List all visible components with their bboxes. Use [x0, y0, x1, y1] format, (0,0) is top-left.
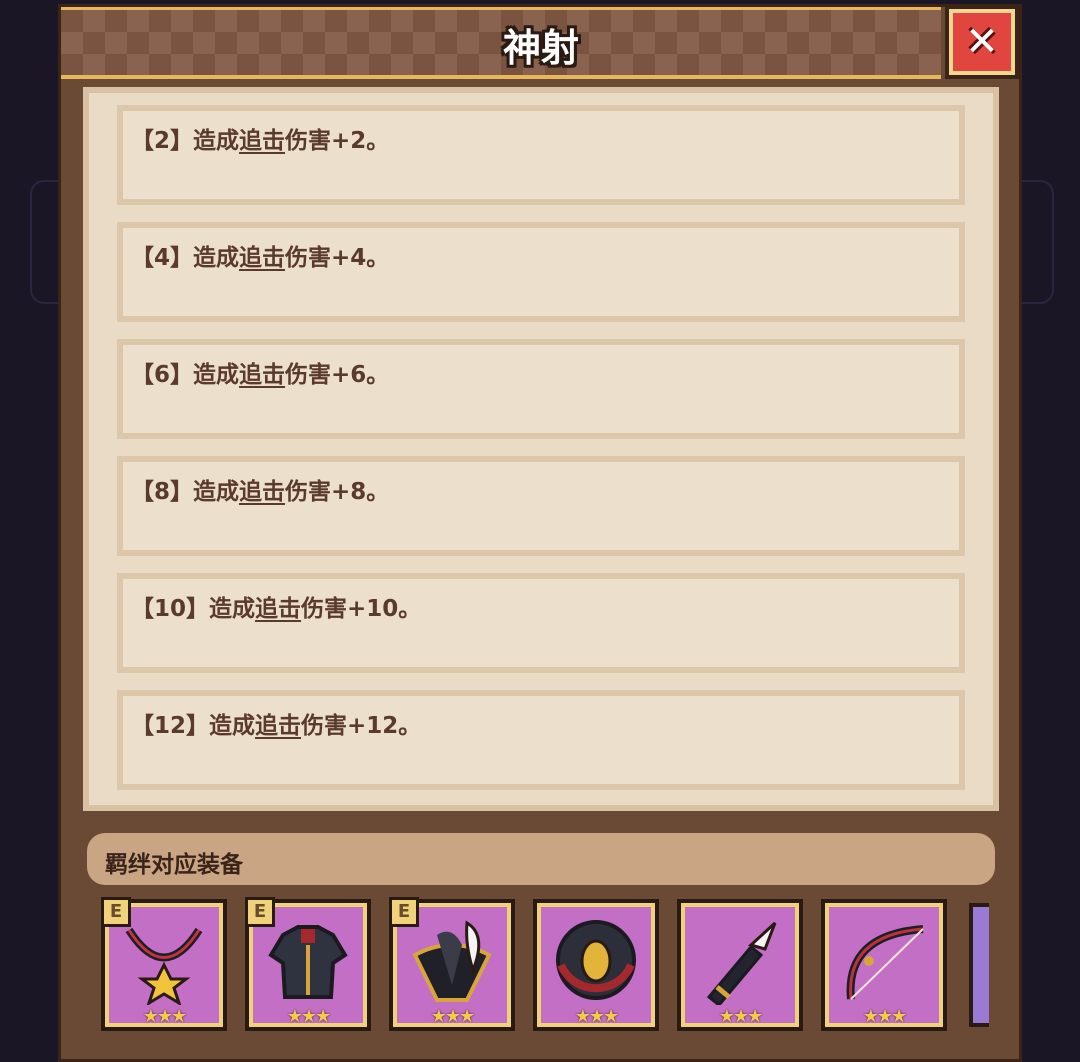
equipment-slot[interactable]: ★★★	[821, 899, 947, 1031]
effect-text: 【12】造成追击伤害+12。	[131, 713, 422, 739]
close-icon: ✕	[965, 19, 999, 65]
effect-text: 【6】造成追击伤害+6。	[131, 362, 390, 388]
star-rating: ★★★	[430, 1006, 475, 1027]
star-rating: ★★★	[862, 1006, 907, 1027]
close-button[interactable]: ✕	[945, 5, 1019, 79]
bond-equipment-label: 羁绊对应装备	[105, 852, 243, 878]
keyword-link[interactable]: 追击	[239, 362, 285, 388]
effect-text: 【4】造成追击伤害+4。	[131, 245, 390, 271]
panel-title: 神射	[502, 26, 579, 70]
necklace-icon	[125, 927, 203, 1005]
shield-icon	[556, 920, 636, 1000]
equipment-list[interactable]: E ★★★ E ★★★ E ★★★ ★★★ ★★★ ★★★	[101, 895, 989, 1035]
bond-equipment-header: 羁绊对应装备	[87, 833, 995, 885]
effect-card: 【12】造成追击伤害+12。	[117, 690, 965, 790]
equipped-badge: E	[245, 897, 275, 927]
equipment-slot[interactable]: E ★★★	[245, 897, 371, 1031]
quiver-icon	[706, 921, 777, 1005]
effects-list[interactable]: 【2】造成追击伤害+2。 【4】造成追击伤害+4。 【6】造成追击伤害+6。 【…	[83, 87, 999, 811]
effect-card: 【6】造成追击伤害+6。	[117, 339, 965, 439]
equipped-badge: E	[101, 897, 131, 927]
armor-icon	[268, 925, 348, 999]
keyword-link[interactable]: 追击	[255, 713, 301, 739]
effect-text: 【8】造成追击伤害+8。	[131, 479, 390, 505]
star-rating: ★★★	[142, 1006, 187, 1027]
star-rating: ★★★	[718, 1006, 763, 1027]
equipment-slot[interactable]: E ★★★	[389, 897, 515, 1031]
keyword-link[interactable]: 追击	[239, 245, 285, 271]
star-rating: ★★★	[574, 1006, 619, 1027]
equipped-badge: E	[389, 897, 419, 927]
set-bonus-panel: 神射 ✕ 【2】造成追击伤害+2。 【4】造成追击伤害+4。 【6】造成追击伤害…	[58, 4, 1022, 1062]
effect-card: 【8】造成追击伤害+8。	[117, 456, 965, 556]
keyword-link[interactable]: 追击	[255, 596, 301, 622]
effect-card: 【2】造成追击伤害+2。	[117, 105, 965, 205]
effect-card: 【4】造成追击伤害+4。	[117, 222, 965, 322]
keyword-link[interactable]: 追击	[239, 128, 285, 154]
equipment-slot[interactable]: ★★★	[677, 899, 803, 1031]
equipment-slot[interactable]: E ★★★	[101, 897, 227, 1031]
keyword-link[interactable]: 追击	[239, 479, 285, 505]
effect-card: 【10】造成追击伤害+10。	[117, 573, 965, 673]
bow-icon	[846, 925, 924, 1000]
equipment-slot[interactable]: ★★★	[533, 899, 659, 1031]
star-rating: ★★★	[286, 1006, 331, 1027]
equipment-slot-partial[interactable]	[969, 903, 989, 1027]
hat-icon	[412, 920, 492, 1002]
effect-text: 【2】造成追击伤害+2。	[131, 128, 390, 154]
effect-text: 【10】造成追击伤害+10。	[131, 596, 422, 622]
